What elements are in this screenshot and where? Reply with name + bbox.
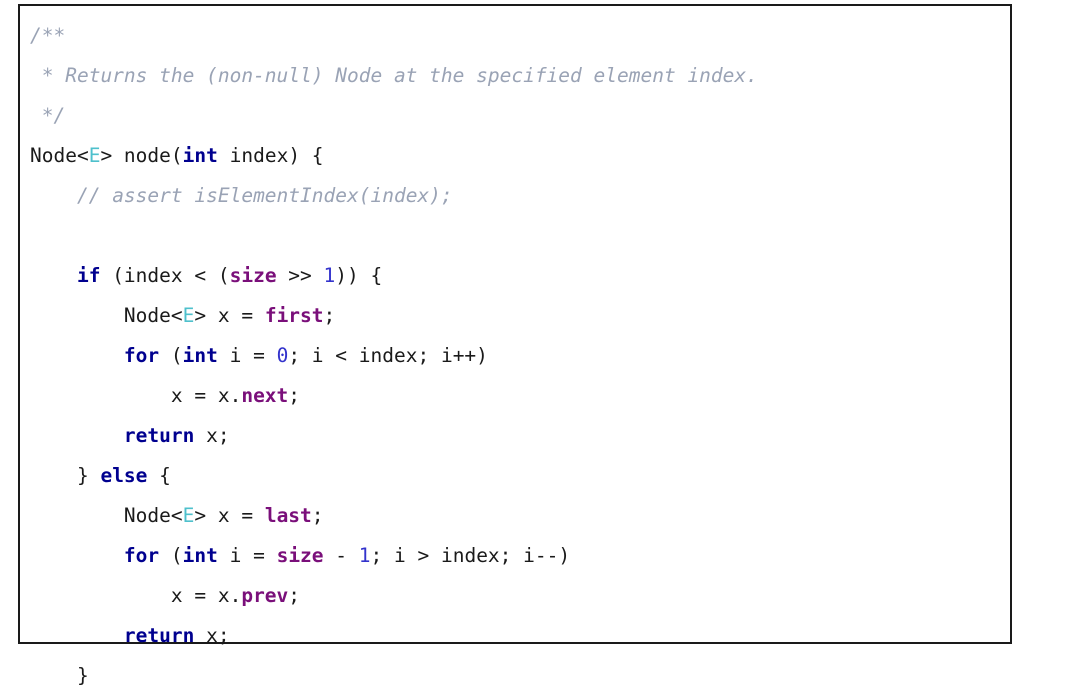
code-token-number: 0	[276, 344, 289, 367]
code-token-keyword: else	[100, 464, 148, 487]
code-token-plain: ;	[288, 384, 301, 407]
code-token-plain: (	[159, 544, 183, 567]
code-line: Node<E> node(int index) {	[30, 136, 1010, 176]
code-line: return x;	[30, 416, 1010, 456]
code-line: if (index < (size >> 1)) {	[30, 256, 1010, 296]
code-token-field: size	[276, 544, 324, 567]
code-token-plain: ;	[288, 584, 301, 607]
code-token-keyword: int	[182, 144, 218, 167]
code-token-generic: E	[88, 144, 101, 167]
code-token-comment: * Returns the (non-null) Node at the spe…	[30, 64, 758, 87]
code-token-field: prev	[241, 584, 289, 607]
code-token-generic: E	[182, 504, 195, 527]
code-token-keyword: int	[182, 344, 218, 367]
code-token-field: first	[264, 304, 324, 327]
code-token-plain: > x =	[194, 504, 265, 527]
code-line: // assert isElementIndex(index);	[30, 176, 1010, 216]
code-token-plain: }	[30, 464, 101, 487]
code-token-field: next	[241, 384, 289, 407]
code-token-plain: {	[147, 464, 171, 487]
code-token-plain: x;	[194, 424, 230, 447]
code-token-comment: */	[30, 104, 66, 127]
code-line: for (int i = 0; i < index; i++)	[30, 336, 1010, 376]
code-token-generic: E	[182, 304, 195, 327]
code-line: */	[30, 96, 1010, 136]
code-token-keyword: return	[123, 624, 195, 647]
code-token-keyword: for	[123, 344, 160, 367]
code-token-plain: > x =	[194, 304, 265, 327]
code-token-plain: >>	[276, 264, 324, 287]
code-token-plain: index) {	[217, 144, 324, 167]
code-token-keyword: for	[123, 544, 160, 567]
code-token-plain: -	[323, 544, 359, 567]
code-token-plain: Node<	[30, 304, 183, 327]
code-token-plain: }	[30, 664, 89, 687]
code-line: } else {	[30, 456, 1010, 496]
code-token-plain: ; i < index; i++)	[288, 344, 488, 367]
code-token-plain: )) {	[335, 264, 383, 287]
code-token-plain: i =	[217, 544, 277, 567]
code-token-plain: ;	[323, 304, 336, 327]
code-token-plain: ; i > index; i--)	[370, 544, 571, 567]
code-token-keyword: if	[76, 264, 101, 287]
code-token-comment: // assert isElementIndex(index);	[76, 184, 453, 207]
code-token-plain: Node<	[30, 504, 183, 527]
code-token-plain: x = x.	[30, 384, 242, 407]
code-token-number: 1	[323, 264, 336, 287]
code-line: for (int i = size - 1; i > index; i--)	[30, 536, 1010, 576]
code-token-field: last	[264, 504, 312, 527]
code-line: return x;	[30, 616, 1010, 656]
code-token-plain: (	[159, 344, 183, 367]
code-token-keyword: return	[123, 424, 195, 447]
code-token-plain: ;	[311, 504, 324, 527]
code-line: Node<E> x = last;	[30, 496, 1010, 536]
code-token-plain: i =	[217, 344, 277, 367]
code-token-number: 1	[358, 544, 371, 567]
code-lines-container: /** * Returns the (non-null) Node at the…	[30, 16, 1010, 696]
code-token-keyword: int	[182, 544, 218, 567]
code-token-plain: > node(	[100, 144, 183, 167]
code-token-plain: (index < (	[100, 264, 230, 287]
code-token-plain: x = x.	[30, 584, 242, 607]
code-line: x = x.prev;	[30, 576, 1010, 616]
code-line: * Returns the (non-null) Node at the spe…	[30, 56, 1010, 96]
code-line: Node<E> x = first;	[30, 296, 1010, 336]
code-token-field: size	[229, 264, 277, 287]
code-token-comment: /**	[30, 24, 66, 47]
code-line: }	[30, 656, 1010, 696]
code-line: /**	[30, 16, 1010, 56]
code-token-plain: x;	[194, 624, 230, 647]
code-token-plain: Node<	[30, 144, 89, 167]
code-line: x = x.next;	[30, 376, 1010, 416]
code-block: /** * Returns the (non-null) Node at the…	[18, 4, 1012, 687]
